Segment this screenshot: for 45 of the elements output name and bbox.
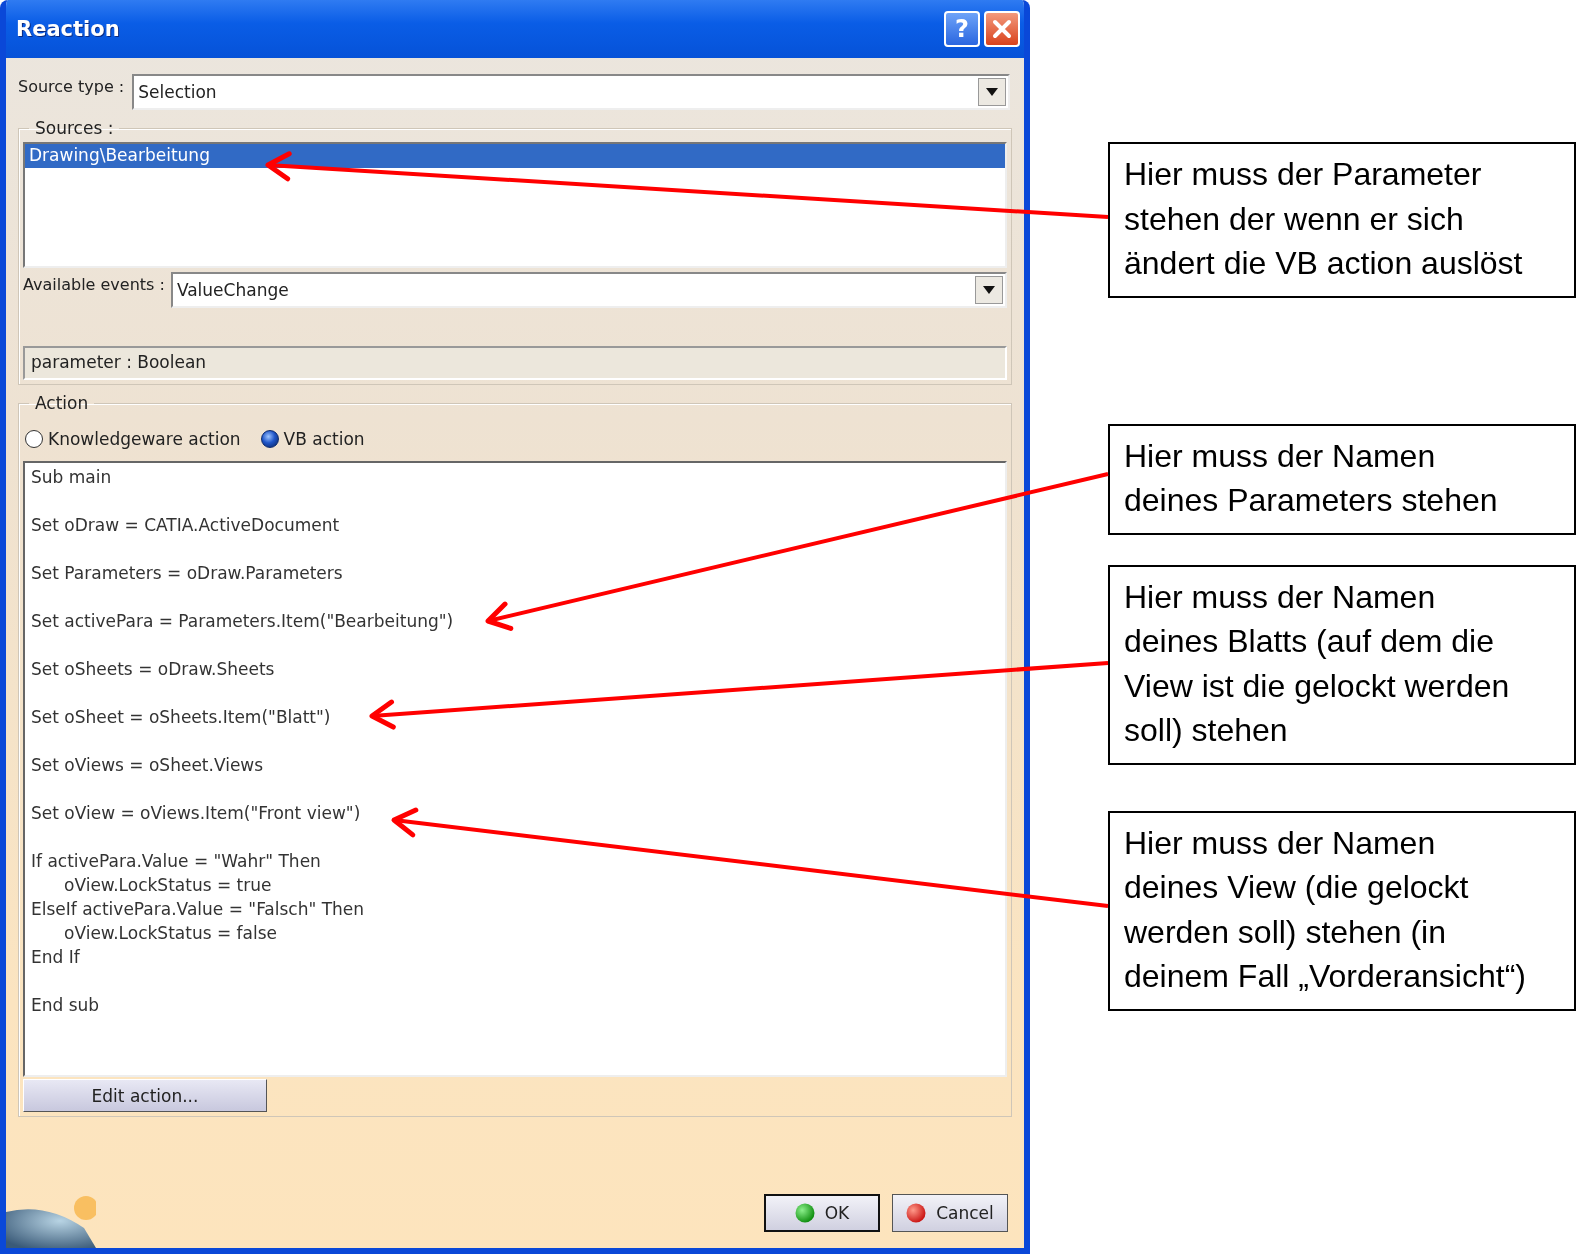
window-title: Reaction [16,17,121,41]
group-label: Action [34,393,90,413]
code-line: oView.LockStatus = true [63,874,272,897]
code-line: Set oSheet = oSheets.Item("Blatt") [31,706,331,729]
code-editor[interactable] [23,461,1007,1077]
field-label: Available events : [23,274,165,294]
code-line: Set oView = oViews.Item("Front view") [31,802,361,825]
code-line: End If [31,946,80,969]
list-item[interactable]: Drawing\Bearbeitung [25,144,1005,168]
code-line: Set oViews = oSheet.Views [31,754,264,777]
caret-icon [983,286,995,294]
cancel-button[interactable]: Cancel [892,1194,1008,1232]
parameter-type-field: parameter : Boolean [23,346,1007,380]
caret-icon [986,88,998,96]
dropdown-arrow-button[interactable] [978,78,1006,106]
close-button[interactable] [984,11,1020,47]
close-icon [992,19,1012,39]
field-label: Source type : [18,76,125,96]
code-line: Sub main [31,466,112,489]
code-line: Set oSheets = oDraw.Sheets [31,658,275,681]
dropdown-value: Selection [138,82,218,102]
radio-label: Knowledgeware action [48,429,241,449]
ball-icon [906,1203,927,1223]
annotation-note: Hier muss der Namen deines Blatts (auf dem die View ist die gelockt werden soll) stehen [1108,564,1576,765]
code-line: ElseIf activePara.Value = "Falsch" Then [31,898,365,921]
radio-label: VB action [283,429,365,449]
events-dropdown[interactable]: ValueChange [170,272,1007,308]
code-line: Set Parameters = oDraw.Parameters [31,562,343,585]
radio-button[interactable] [260,430,279,448]
group-label: Sources : [34,118,115,138]
code-line: If activePara.Value = "Wahr" Then [31,850,321,873]
ball-icon [794,1203,815,1223]
code-line: Set activePara = Parameters.Item("Bearbeitung") [31,610,454,633]
annotation-note: Hier muss der Parameter stehen der wenn er sich ändert die VB action auslöst [1108,142,1576,298]
code-line: End sub [31,994,100,1017]
annotation-note: Hier muss der Namen deines Parameters stehen [1108,423,1576,535]
code-line: oView.LockStatus = false [63,922,277,945]
source-type-dropdown[interactable]: Selection [132,74,1010,110]
radio-button[interactable] [25,430,43,448]
dropdown-arrow-button[interactable] [975,276,1003,304]
ok-button[interactable]: OK [764,1194,880,1232]
code-line: Set oDraw = CATIA.ActiveDocument [31,514,340,537]
edit-action-button[interactable]: Edit action... [23,1079,267,1112]
dropdown-value: ValueChange [176,280,290,300]
annotation-note: Hier muss der Namen deines View (die gelockt werden soll) stehen (in deinem Fall „Vorderansicht“) [1108,810,1576,1011]
